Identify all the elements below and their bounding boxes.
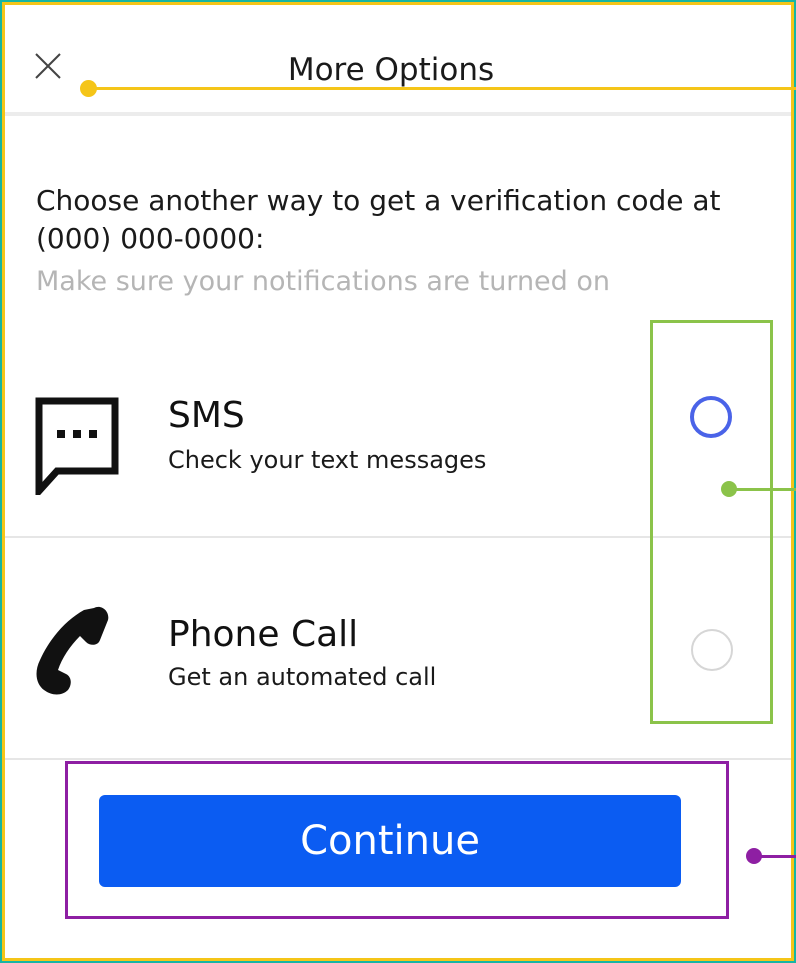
annotation-box-radio (650, 320, 773, 724)
annotation-line (729, 488, 796, 491)
verification-prompt: Choose another way to get a verification… (36, 184, 721, 255)
phone-icon (32, 600, 114, 700)
option-title: Phone Call (168, 614, 359, 655)
annotation-dot (721, 481, 737, 497)
annotation-dot (80, 80, 97, 97)
option-title: SMS (168, 395, 245, 436)
header-divider (5, 112, 791, 116)
option-subtitle: Get an automated call (168, 663, 437, 691)
annotation-dot (746, 848, 762, 864)
annotation-box-button (65, 761, 729, 919)
annotation-line (88, 87, 796, 90)
notification-hint: Make sure your notifications are turned … (36, 266, 611, 297)
sms-chat-bubble-icon (35, 397, 119, 501)
page-title: More Options (287, 52, 495, 88)
header: More Options (0, 10, 796, 114)
option-divider (5, 758, 791, 760)
option-subtitle: Check your text messages (168, 446, 487, 474)
